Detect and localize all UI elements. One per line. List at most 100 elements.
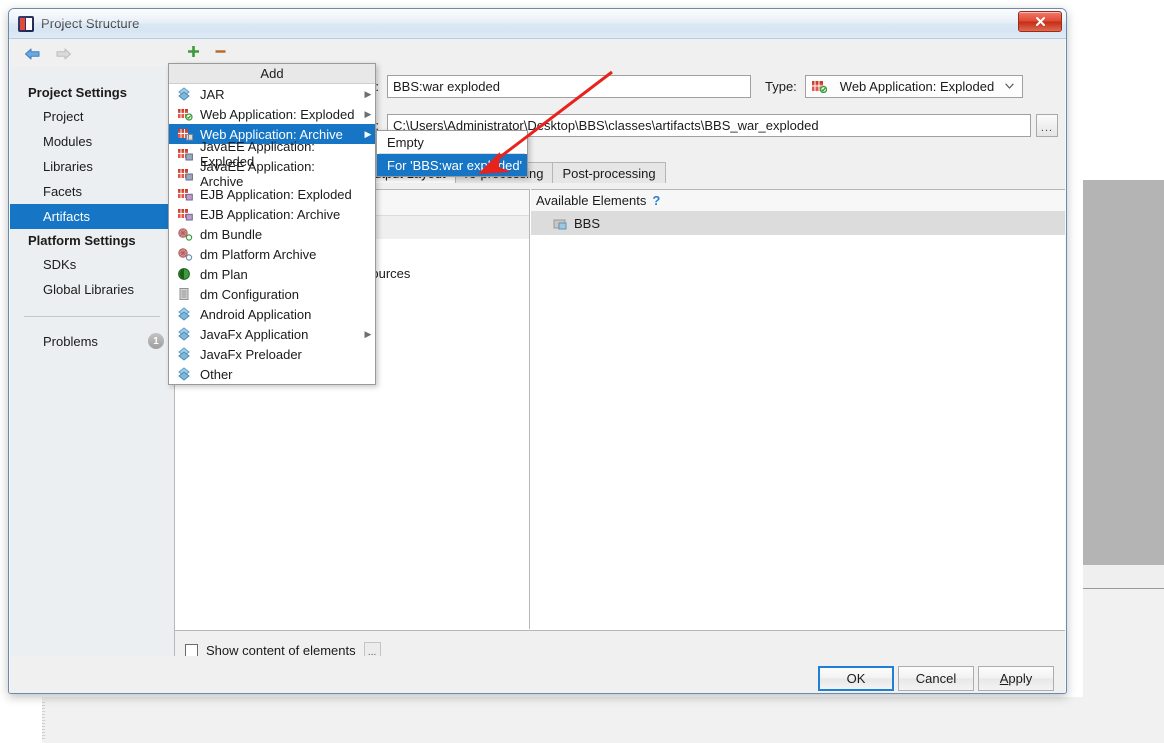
- settings-sidebar: Project Settings Project Modules Librari…: [10, 67, 175, 656]
- sidebar-item-modules[interactable]: Modules: [10, 129, 174, 154]
- javaee-archive-icon: [177, 167, 193, 181]
- artifact-name-input[interactable]: BBS:war exploded: [387, 74, 751, 98]
- available-elements-title: Available Elements: [536, 193, 647, 208]
- menu-item-javafx-application-label: JavaFx Application: [200, 326, 309, 342]
- dialog-footer: OK Cancel Apply: [10, 656, 1065, 693]
- artifact-add-remove-toolbar: [175, 45, 227, 63]
- javafx-application-icon: [177, 327, 193, 341]
- forward-arrow-icon: [55, 47, 72, 61]
- menu-item-javafx-preloader-label: JavaFx Preloader: [200, 346, 302, 362]
- sidebar-group-platform-settings: Platform Settings: [28, 233, 136, 248]
- artifact-type-value: Web Application: Exploded: [839, 78, 995, 94]
- jar-icon: [177, 87, 193, 101]
- plus-icon[interactable]: [187, 45, 200, 63]
- web-archive-icon: [177, 127, 193, 141]
- sidebar-item-problems[interactable]: Problems 1: [10, 329, 174, 353]
- output-directory-browse-button[interactable]: ...: [1036, 113, 1058, 137]
- sidebar-divider: [24, 316, 160, 317]
- menu-item-dm-bundle-label: dm Bundle: [200, 226, 263, 242]
- sidebar-item-project[interactable]: Project: [10, 104, 174, 129]
- chevron-down-icon: [1004, 83, 1014, 89]
- menu-item-ejb-application-archive[interactable]: EJB Application: Archive: [169, 204, 375, 224]
- add-menu-title: Add: [169, 64, 375, 84]
- menu-item-other[interactable]: Other: [169, 364, 375, 384]
- artifact-type-select[interactable]: Web Application: Exploded: [804, 74, 1023, 98]
- menu-item-ejb-application-exploded[interactable]: EJB Application: Exploded: [169, 184, 375, 204]
- window-title: Project Structure: [41, 16, 140, 31]
- desktop-grey-panel: [1083, 180, 1164, 565]
- menu-item-dm-plan-label: dm Plan: [200, 266, 248, 282]
- apply-rest: pply: [1008, 671, 1033, 686]
- intellij-idea-icon: [18, 15, 34, 32]
- sidebar-item-global-libraries[interactable]: Global Libraries: [10, 277, 174, 302]
- menu-item-dm-platform-archive-label: dm Platform Archive: [200, 246, 317, 262]
- menu-item-dm-platform-archive[interactable]: dm Platform Archive: [169, 244, 375, 264]
- minus-icon[interactable]: [214, 45, 227, 63]
- back-arrow-icon[interactable]: [24, 47, 41, 61]
- sidebar-item-libraries[interactable]: Libraries: [10, 154, 174, 179]
- menu-item-dm-bundle[interactable]: dm Bundle: [169, 224, 375, 244]
- desktop-strip-upper: [1083, 565, 1164, 589]
- available-elements-pane: Available Elements ? BBS: [531, 189, 1065, 629]
- desktop-footer-strip: [0, 697, 1164, 743]
- desktop-dotted-divider: [42, 702, 45, 740]
- submenu-item-for-bbs-war-exploded[interactable]: For 'BBS:war exploded': [377, 154, 527, 176]
- dm-bundle-icon: [177, 227, 193, 241]
- submenu-arrow-icon: ▶: [364, 328, 372, 339]
- add-artifact-menu: Add JAR ▶ Web Application: Exploded ▶ We…: [168, 63, 376, 385]
- submenu-arrow-icon: ▶: [364, 128, 372, 139]
- menu-item-other-label: Other: [200, 366, 233, 382]
- ok-button[interactable]: OK: [818, 666, 894, 691]
- submenu-item-empty[interactable]: Empty: [377, 131, 527, 153]
- sidebar-item-artifacts[interactable]: Artifacts: [10, 204, 174, 229]
- sidebar-item-facets[interactable]: Facets: [10, 179, 174, 204]
- sidebar-item-sdks[interactable]: SDKs: [10, 252, 174, 277]
- dm-platform-archive-icon: [177, 247, 193, 261]
- menu-item-android-application[interactable]: Android Application: [169, 304, 375, 324]
- menu-item-dm-configuration-label: dm Configuration: [200, 286, 299, 302]
- menu-item-dm-plan[interactable]: dm Plan: [169, 264, 375, 284]
- type-label: Type:: [765, 78, 797, 94]
- apply-button[interactable]: Apply: [978, 666, 1054, 691]
- sidebar-item-problems-label: Problems: [43, 333, 98, 349]
- desktop-strip-lower: [1083, 589, 1164, 699]
- tab-post-processing[interactable]: Post-processing: [552, 162, 666, 183]
- title-bar: Project Structure: [9, 9, 1066, 39]
- web-exploded-icon: [177, 107, 193, 121]
- ejb-archive-icon: [177, 207, 193, 221]
- web-archive-submenu: Empty For 'BBS:war exploded': [376, 130, 528, 177]
- menu-item-dm-configuration[interactable]: dm Configuration: [169, 284, 375, 304]
- close-icon[interactable]: [1018, 11, 1062, 32]
- close-glyph: [1035, 17, 1045, 26]
- menu-item-ejb-application-exploded-label: EJB Application: Exploded: [200, 186, 352, 202]
- desktop-footer-white: [0, 697, 42, 743]
- menu-item-web-application-exploded-label: Web Application: Exploded: [200, 106, 355, 122]
- project-structure-dialog: Project Structure Project Settings Proje…: [8, 8, 1067, 694]
- available-elements-help-icon[interactable]: ?: [652, 193, 660, 208]
- navigation-arrows: [10, 47, 175, 61]
- submenu-arrow-icon: ▶: [364, 88, 372, 99]
- dm-configuration-icon: [177, 287, 193, 301]
- javafx-preloader-icon: [177, 347, 193, 361]
- cancel-button[interactable]: Cancel: [898, 666, 974, 691]
- dm-plan-icon: [177, 267, 193, 281]
- menu-item-javafx-application[interactable]: JavaFx Application ▶: [169, 324, 375, 344]
- menu-item-javafx-preloader[interactable]: JavaFx Preloader: [169, 344, 375, 364]
- other-icon: [177, 367, 193, 381]
- submenu-arrow-icon: ▶: [364, 108, 372, 119]
- screen: Project Structure Project Settings Proje…: [0, 0, 1164, 743]
- module-icon: [553, 217, 568, 231]
- sidebar-group-project-settings: Project Settings: [28, 85, 127, 100]
- javaee-exploded-icon: [177, 147, 193, 161]
- ejb-exploded-icon: [177, 187, 193, 201]
- menu-item-ejb-application-archive-label: EJB Application: Archive: [200, 206, 341, 222]
- menu-item-web-application-exploded[interactable]: Web Application: Exploded ▶: [169, 104, 375, 124]
- available-element-row-bbs[interactable]: BBS: [531, 212, 1065, 235]
- available-element-label: BBS: [574, 216, 601, 231]
- web-application-exploded-icon: [811, 79, 827, 94]
- menu-item-javaee-application-archive[interactable]: JavaEE Application: Archive: [169, 159, 375, 189]
- problems-count-badge: 1: [148, 333, 164, 349]
- menu-item-jar[interactable]: JAR ▶: [169, 84, 375, 104]
- menu-item-jar-label: JAR: [200, 86, 225, 102]
- android-application-icon: [177, 307, 193, 321]
